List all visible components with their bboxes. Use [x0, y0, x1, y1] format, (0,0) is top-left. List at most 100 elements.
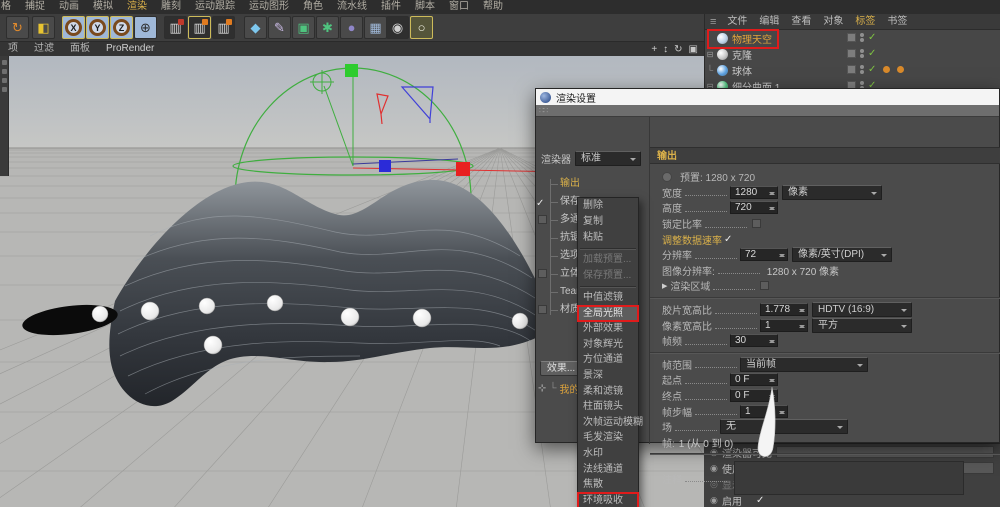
- category-checkbox[interactable]: [538, 215, 547, 224]
- category-checkbox[interactable]: [538, 269, 547, 278]
- menu-item-全局光照[interactable]: 全局光照: [578, 306, 638, 322]
- menu-item-中值滤镜[interactable]: 中值滤镜: [578, 290, 638, 306]
- menu-item-次帧运动模糊[interactable]: 次帧运动模糊: [578, 415, 638, 431]
- unit-dropdown[interactable]: 平方: [812, 318, 912, 333]
- viewport-menu-面板[interactable]: 面板: [62, 42, 98, 56]
- rotate-view-icon[interactable]: ↻: [674, 44, 682, 55]
- dialog-grip[interactable]: ∷∷: [536, 105, 999, 117]
- value-input[interactable]: 1: [760, 319, 808, 332]
- value-input[interactable]: 1.778: [760, 303, 808, 316]
- value-input[interactable]: 72: [740, 248, 788, 261]
- menu-item-复制[interactable]: 复制: [578, 214, 638, 230]
- menu-item-柱面镜头[interactable]: 柱面镜头: [578, 399, 638, 415]
- enabled-check-icon[interactable]: ✓: [868, 48, 876, 59]
- menu-item-焦散[interactable]: 焦散: [578, 477, 638, 493]
- visibility-dots-icon[interactable]: [860, 65, 864, 74]
- menu-item-动画[interactable]: 动画: [52, 0, 86, 14]
- menu-item-加载预置...[interactable]: 加载预置...: [578, 252, 638, 268]
- menu-item-脚本[interactable]: 脚本: [408, 0, 442, 14]
- category-checkbox[interactable]: [538, 305, 547, 314]
- pen-tool-button[interactable]: ✎: [268, 16, 291, 39]
- viewport-menu-ProRender[interactable]: ProRender: [98, 42, 162, 56]
- value-input[interactable]: 30: [730, 334, 778, 347]
- menu-item-柔和滤镜[interactable]: 柔和滤镜: [578, 384, 638, 400]
- unit-dropdown[interactable]: HDTV (16:9): [812, 302, 912, 317]
- viewport-menu-过滤[interactable]: 过滤: [26, 42, 62, 56]
- category-输出[interactable]: 输出: [536, 175, 649, 193]
- expander-icon[interactable]: ⊟: [705, 50, 715, 59]
- stepper-icon[interactable]: [779, 251, 785, 260]
- world-coordinate-icon[interactable]: ⊕: [134, 16, 157, 39]
- om-menu-查看[interactable]: 查看: [785, 14, 817, 30]
- effects-button[interactable]: 效果...: [540, 361, 582, 376]
- value-input[interactable]: 720: [730, 201, 778, 214]
- om-menu-编辑[interactable]: 编辑: [753, 14, 785, 30]
- x-axis-lock-button[interactable]: X: [62, 16, 85, 39]
- enabled-check-icon[interactable]: ✓: [868, 32, 876, 43]
- layer-swatch-icon[interactable]: [847, 33, 856, 42]
- generators-button[interactable]: ▣: [292, 16, 315, 39]
- volume-button[interactable]: ●: [340, 16, 363, 39]
- menu-item-角色[interactable]: 角色: [296, 0, 330, 14]
- toggle-view-icon[interactable]: ▣: [689, 44, 698, 55]
- visibility-dots-icon[interactable]: [860, 49, 864, 58]
- menu-item-景深[interactable]: 景深: [578, 368, 638, 384]
- menu-item-方位通道[interactable]: 方位通道: [578, 352, 638, 368]
- floor-button[interactable]: ▦: [364, 16, 387, 39]
- tag-icon[interactable]: [897, 66, 904, 73]
- unit-dropdown[interactable]: 像素/英寸(DPI): [792, 247, 892, 262]
- y-axis-lock-button[interactable]: Y: [86, 16, 109, 39]
- stepper-icon[interactable]: [769, 204, 775, 213]
- stepper-icon[interactable]: [799, 306, 805, 315]
- value-input[interactable]: 1280: [730, 186, 778, 199]
- light-button[interactable]: ○: [410, 16, 433, 39]
- menu-item-删除[interactable]: 删除: [578, 198, 638, 214]
- menu-item-外部效果[interactable]: 外部效果: [578, 321, 638, 337]
- object-row-球体[interactable]: └球体✓: [705, 62, 1000, 78]
- unit-dropdown[interactable]: 像素: [782, 185, 882, 200]
- dialog-title-bar[interactable]: 渲染设置: [536, 89, 999, 105]
- menu-item-帮助[interactable]: 帮助: [476, 0, 510, 14]
- undo-icon[interactable]: ↻: [6, 16, 29, 39]
- stepper-icon[interactable]: [769, 189, 775, 198]
- object-row-克隆[interactable]: ⊟克隆✓: [705, 46, 1000, 62]
- add-cube-button[interactable]: ◆: [244, 16, 267, 39]
- menu-item-模拟[interactable]: 模拟: [86, 0, 120, 14]
- om-menu-书签[interactable]: 书签: [881, 14, 913, 30]
- renderer-dropdown[interactable]: 标准: [575, 151, 641, 166]
- menu-item-窗口[interactable]: 窗口: [442, 0, 476, 14]
- layer-swatch-icon[interactable]: [847, 65, 856, 74]
- menu-item-流水线[interactable]: 流水线: [330, 0, 374, 14]
- stepper-icon[interactable]: [799, 322, 805, 331]
- menu-item-插件[interactable]: 插件: [374, 0, 408, 14]
- dialog-splitter[interactable]: [649, 117, 650, 444]
- layer-swatch-icon[interactable]: [847, 49, 856, 58]
- om-menu-标签[interactable]: 标签: [849, 14, 881, 30]
- object-row-物理天空[interactable]: 物理天空✓: [705, 30, 1000, 46]
- menu-item-水印[interactable]: 水印: [578, 446, 638, 462]
- render-active-view-button[interactable]: ▥: [188, 16, 211, 39]
- preset-button[interactable]: [662, 172, 672, 182]
- menu-item-运动跟踪[interactable]: 运动跟踪: [188, 0, 242, 14]
- camera-button[interactable]: ◉: [386, 16, 409, 39]
- render-settings-button[interactable]: ▥: [212, 16, 235, 39]
- coordinate-system-icon[interactable]: ◧: [32, 16, 55, 39]
- render-view-button[interactable]: ▥: [164, 16, 187, 39]
- om-menu-文件[interactable]: 文件: [721, 14, 753, 30]
- checkbox[interactable]: [752, 219, 761, 228]
- checkbox[interactable]: [760, 281, 769, 290]
- checkbox-checked[interactable]: ✓: [724, 234, 732, 245]
- menu-item-渲染[interactable]: 渲染: [120, 0, 154, 14]
- deformers-button[interactable]: ✱: [316, 16, 339, 39]
- zoom-view-icon[interactable]: ↕: [663, 44, 668, 55]
- menu-item-雕刻[interactable]: 雕刻: [154, 0, 188, 14]
- panel-menu-icon[interactable]: ≡: [705, 16, 721, 28]
- menu-item-运动图形[interactable]: 运动图形: [242, 0, 296, 14]
- om-menu-对象[interactable]: 对象: [817, 14, 849, 30]
- value-dropdown[interactable]: 当前帧: [740, 357, 868, 372]
- menu-item-环境吸收[interactable]: 环境吸收: [578, 493, 638, 507]
- stepper-icon[interactable]: [769, 337, 775, 346]
- menu-item-保存预置...[interactable]: 保存预置...: [578, 268, 638, 284]
- expand-arrow-icon[interactable]: ▶: [662, 282, 667, 290]
- menu-item-粘贴[interactable]: 粘贴: [578, 230, 638, 246]
